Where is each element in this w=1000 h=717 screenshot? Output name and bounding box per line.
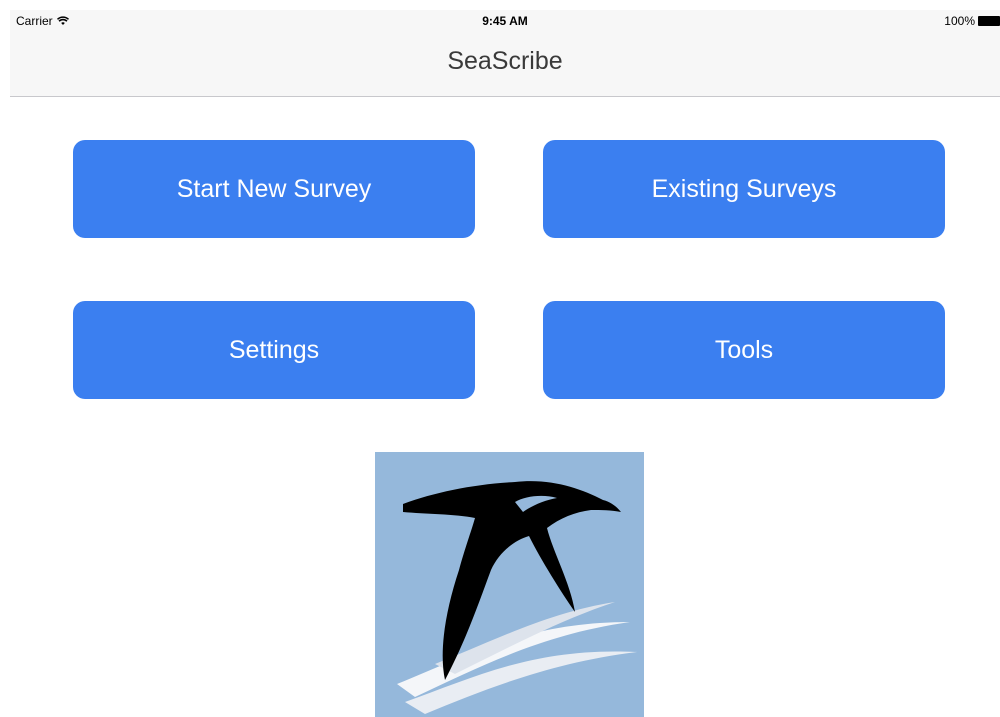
start-new-survey-button[interactable]: Start New Survey — [73, 140, 475, 238]
navigation-bar: SeaScribe — [10, 32, 1000, 97]
status-time: 9:45 AM — [482, 14, 528, 28]
app-screen: Carrier 9:45 AM 100% SeaScribe Start New… — [0, 0, 1000, 717]
status-bar: Carrier 9:45 AM 100% — [10, 10, 1000, 32]
battery-indicator: 100% — [944, 14, 1000, 28]
settings-button[interactable]: Settings — [73, 301, 475, 399]
battery-icon — [978, 16, 1000, 26]
battery-percent: 100% — [944, 14, 975, 28]
existing-surveys-button[interactable]: Existing Surveys — [543, 140, 945, 238]
page-title: SeaScribe — [447, 47, 563, 75]
seabird-logo — [375, 452, 644, 717]
tools-button[interactable]: Tools — [543, 301, 945, 399]
seabird-over-waves-logo-icon — [397, 481, 637, 714]
